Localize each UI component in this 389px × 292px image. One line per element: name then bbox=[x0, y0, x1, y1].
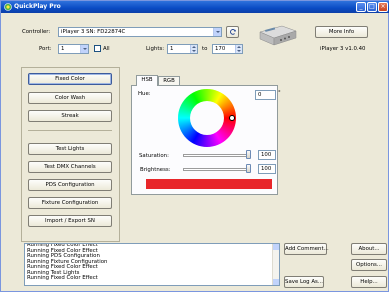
all-label: All bbox=[103, 46, 110, 52]
lights-to-label: to bbox=[202, 46, 208, 52]
hue-label: Hue: bbox=[138, 91, 151, 97]
saturation-thumb[interactable] bbox=[246, 150, 251, 159]
log-list[interactable]: Running Fixed Color Effect Running Fixed… bbox=[24, 243, 280, 286]
saturation-slider[interactable] bbox=[183, 154, 249, 157]
all-checkbox[interactable] bbox=[94, 45, 101, 52]
sidebar-divider bbox=[28, 130, 112, 131]
hue-input[interactable]: 0 bbox=[255, 90, 276, 100]
port-dropdown[interactable]: 1 bbox=[58, 44, 89, 54]
brightness-value: 100 bbox=[261, 166, 272, 172]
color-wheel-center bbox=[190, 101, 224, 135]
scroll-down-icon[interactable] bbox=[273, 279, 279, 285]
add-comment-button[interactable]: Add Comment... bbox=[284, 243, 329, 255]
sidebar-item-pds-configuration[interactable]: PDS Configuration bbox=[28, 179, 112, 191]
about-button[interactable]: About... bbox=[351, 243, 387, 255]
options-button[interactable]: Options... bbox=[351, 259, 387, 271]
controller-value: iPlayer 3 SN: FD22874C bbox=[61, 29, 126, 35]
refresh-button[interactable] bbox=[226, 26, 239, 38]
brightness-label: Brightness: bbox=[140, 167, 171, 173]
sidebar-item-import-export-sn[interactable]: Import / Export SN bbox=[28, 215, 112, 227]
hue-value: 0 bbox=[258, 92, 262, 98]
lights-to-value: 170 bbox=[215, 46, 226, 52]
help-button[interactable]: Help... bbox=[351, 276, 387, 288]
color-preview-swatch bbox=[146, 179, 272, 189]
lights-from-input[interactable]: 1 bbox=[167, 44, 198, 54]
saturation-input[interactable]: 100 bbox=[258, 150, 276, 160]
refresh-icon bbox=[229, 29, 236, 35]
sidebar-item-color-wash[interactable]: Color Wash bbox=[28, 92, 112, 104]
sidebar-item-test-lights[interactable]: Test Lights bbox=[28, 143, 112, 155]
app-window: QuickPlay Pro _ □ × Controller: iPlayer … bbox=[0, 0, 389, 292]
sidebar-item-test-dmx-channels[interactable]: Test DMX Channels bbox=[28, 161, 112, 173]
scroll-up-icon[interactable] bbox=[273, 244, 279, 250]
brightness-slider[interactable] bbox=[183, 168, 249, 171]
lights-from-value: 1 bbox=[170, 46, 174, 52]
log-line: Running Fixed Color Effect bbox=[27, 275, 98, 281]
device-version: iPlayer 3 v1.0.40 bbox=[320, 46, 366, 52]
lights-label: Lights: bbox=[146, 46, 165, 52]
lights-to-input[interactable]: 170 bbox=[212, 44, 243, 54]
log-scrollbar[interactable] bbox=[272, 244, 279, 285]
maximize-button[interactable]: □ bbox=[367, 2, 377, 12]
hue-handle[interactable] bbox=[229, 115, 235, 121]
tab-hsb[interactable]: HSB bbox=[136, 75, 158, 86]
window-title: QuickPlay Pro bbox=[14, 3, 61, 10]
port-value: 1 bbox=[61, 46, 65, 52]
device-image bbox=[259, 25, 297, 46]
app-icon bbox=[4, 3, 12, 11]
chevron-down-icon[interactable] bbox=[80, 45, 88, 53]
saturation-label: Saturation: bbox=[139, 153, 169, 159]
sidebar-item-streak[interactable]: Streak bbox=[28, 110, 112, 122]
brightness-thumb[interactable] bbox=[246, 164, 251, 173]
minimize-button[interactable]: _ bbox=[356, 2, 366, 12]
save-log-button[interactable]: Save Log As... bbox=[284, 276, 324, 288]
sidebar-item-fixture-configuration[interactable]: Fixture Configuration bbox=[28, 197, 112, 209]
hue-unit: ° bbox=[278, 90, 281, 96]
controller-dropdown[interactable]: iPlayer 3 SN: FD22874C bbox=[58, 27, 222, 37]
sidebar-item-fixed-color[interactable]: Fixed Color bbox=[28, 73, 112, 85]
lights-to-spinner[interactable] bbox=[235, 45, 242, 53]
close-button[interactable]: × bbox=[378, 2, 388, 12]
more-info-button[interactable]: More Info bbox=[315, 26, 368, 38]
title-bar[interactable]: QuickPlay Pro _ □ × bbox=[1, 1, 389, 13]
hue-color-wheel[interactable] bbox=[178, 89, 236, 147]
saturation-value: 100 bbox=[261, 152, 272, 158]
port-label: Port: bbox=[39, 46, 52, 52]
chevron-down-icon[interactable] bbox=[213, 28, 221, 36]
controller-label: Controller: bbox=[22, 29, 51, 35]
lights-from-spinner[interactable] bbox=[190, 45, 197, 53]
brightness-input[interactable]: 100 bbox=[258, 164, 276, 174]
